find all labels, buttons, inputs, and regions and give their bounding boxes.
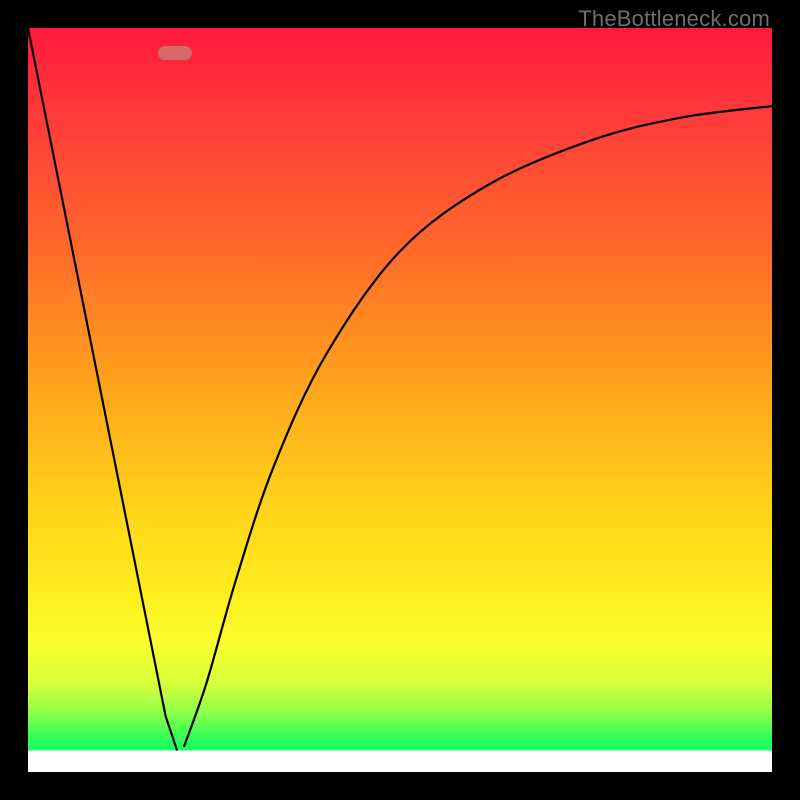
chart-frame: TheBottleneck.com bbox=[0, 0, 800, 800]
bottleneck-curve bbox=[28, 28, 772, 772]
plot-area bbox=[28, 28, 772, 772]
minimum-marker bbox=[158, 46, 192, 60]
